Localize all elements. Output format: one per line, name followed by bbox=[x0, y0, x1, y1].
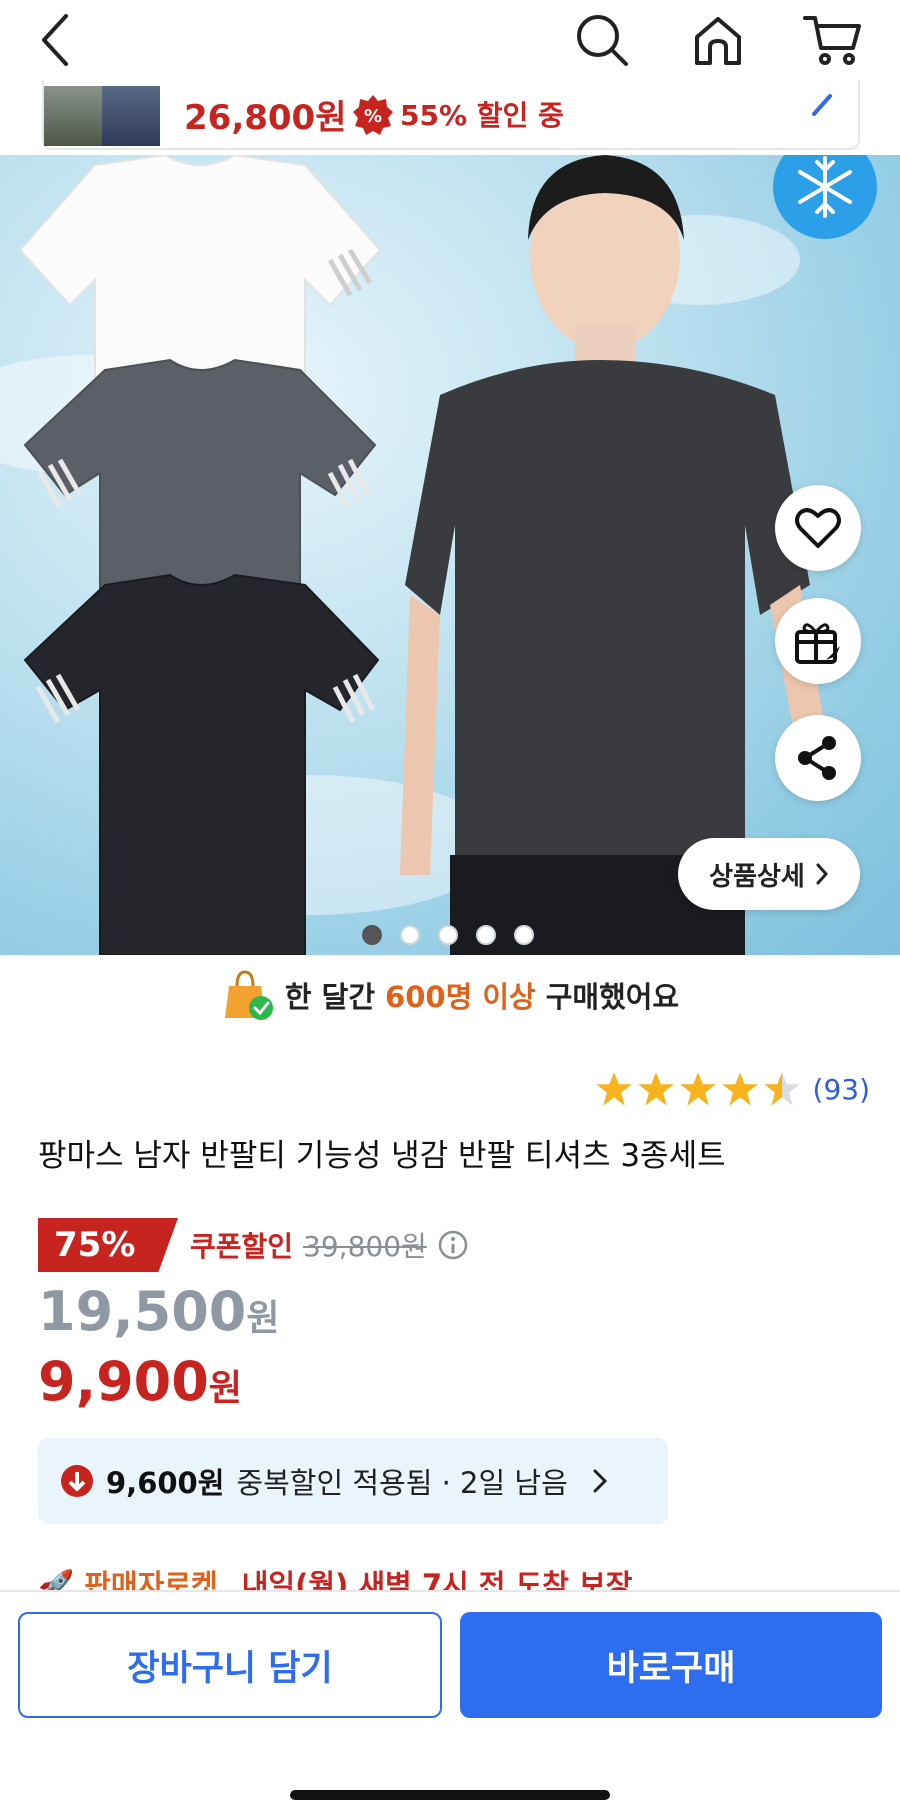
bottom-action-bar: 장바구니 담기 바로구매 bbox=[0, 1590, 900, 1817]
star-icon bbox=[721, 1072, 758, 1106]
star-icon bbox=[637, 1072, 674, 1106]
home-icon bbox=[695, 17, 741, 65]
carousel-dot[interactable] bbox=[362, 925, 382, 945]
heart-icon bbox=[795, 508, 841, 548]
home-indicator bbox=[290, 1790, 610, 1800]
duplicate-discount-box[interactable]: 9,600원 중복할인 적용됨 · 2일 남음 bbox=[38, 1438, 668, 1524]
product-rating[interactable]: (93) bbox=[595, 1070, 870, 1108]
product-detail-button[interactable]: 상품상세 bbox=[678, 838, 860, 910]
review-count[interactable]: (93) bbox=[813, 1073, 870, 1106]
duplicate-discount-text: 중복할인 적용됨 · 2일 남음 bbox=[236, 1466, 568, 1500]
carousel-dot[interactable] bbox=[438, 925, 458, 945]
cart-icon bbox=[803, 16, 861, 65]
carousel-indicator bbox=[362, 925, 534, 945]
purchase-count-prefix: 한 달간 bbox=[284, 980, 376, 1014]
carousel-dot[interactable] bbox=[400, 925, 420, 945]
coupon-discount-label: 쿠폰할인 bbox=[190, 1230, 294, 1263]
rocket-icon: 🚀 bbox=[38, 1568, 75, 1592]
product-title: 팡마스 남자 반팔티 기능성 냉감 반팔 티셔츠 3종세트 bbox=[38, 1138, 726, 1174]
buy-now-button[interactable]: 바로구매 bbox=[460, 1612, 882, 1718]
cart-button[interactable] bbox=[800, 8, 864, 72]
duplicate-discount-amount: 9,600원 bbox=[106, 1466, 225, 1500]
share-icon bbox=[798, 736, 836, 780]
product-image-carousel[interactable]: 상품상세 bbox=[0, 155, 900, 955]
seller-rocket-label: 판매자로켓 bbox=[84, 1568, 218, 1592]
share-button[interactable] bbox=[775, 715, 861, 801]
mini-product-thumbnail bbox=[44, 86, 160, 146]
purchase-count-highlight: 600명 이상 bbox=[385, 980, 536, 1014]
carousel-dot[interactable] bbox=[514, 925, 534, 945]
shopping-bag-check-icon bbox=[224, 970, 273, 1020]
purchase-count-suffix: 구매했어요 bbox=[545, 980, 680, 1014]
sticky-product-bar[interactable]: 26,800원 % 55% 할인 중 bbox=[42, 80, 860, 150]
search-button[interactable] bbox=[570, 8, 634, 72]
product-photo bbox=[18, 155, 830, 955]
star-icon bbox=[679, 1072, 716, 1106]
percent-badge-icon: % bbox=[353, 95, 393, 135]
wishlist-button[interactable] bbox=[775, 485, 861, 571]
final-price-value: 9,900 bbox=[38, 1350, 209, 1413]
svg-text:%: % bbox=[364, 106, 382, 127]
discount-row: 75% 쿠폰할인 39,800원 bbox=[38, 1218, 469, 1272]
currency-unit: 원 bbox=[208, 1368, 242, 1409]
carousel-dot[interactable] bbox=[476, 925, 496, 945]
star-icon bbox=[763, 1072, 800, 1106]
delivery-time-text: 내일(월) 새벽 7시 전 도착 보장 bbox=[241, 1568, 633, 1592]
currency-unit: 원 bbox=[246, 1298, 280, 1339]
home-button[interactable] bbox=[686, 8, 750, 72]
chevron-left-icon bbox=[42, 14, 68, 66]
price-before-coupon: 19,500원 bbox=[38, 1280, 280, 1343]
purchase-count-banner: 한 달간 600명 이상 구매했어요 bbox=[0, 960, 900, 1030]
top-nav-bar bbox=[0, 0, 900, 80]
discount-percent-badge: 75% bbox=[38, 1218, 178, 1272]
rating-stars bbox=[595, 1070, 801, 1108]
pencil-icon[interactable] bbox=[806, 90, 836, 120]
mini-discount-text: 55% 할인 중 bbox=[400, 99, 564, 132]
gift-icon bbox=[795, 623, 840, 664]
chevron-right-icon bbox=[816, 863, 828, 885]
original-price: 39,800원 bbox=[303, 1230, 427, 1263]
product-detail-label: 상품상세 bbox=[709, 861, 805, 892]
delivery-info: 🚀 판매자로켓 내일(월) 새벽 7시 전 도착 보장 bbox=[38, 1562, 632, 1592]
info-icon[interactable] bbox=[437, 1229, 469, 1261]
star-icon bbox=[595, 1072, 632, 1106]
search-icon bbox=[577, 15, 628, 66]
add-to-cart-button[interactable]: 장바구니 담기 bbox=[18, 1612, 442, 1718]
back-button[interactable] bbox=[24, 8, 88, 72]
snowflake-icon bbox=[798, 156, 852, 218]
chevron-right-icon bbox=[593, 1469, 607, 1493]
price-before-coupon-value: 19,500 bbox=[38, 1280, 247, 1343]
mini-price: 26,800원 bbox=[184, 98, 347, 138]
final-price: 9,900원 bbox=[38, 1350, 242, 1413]
arrow-down-circle-icon bbox=[61, 1465, 93, 1497]
gift-button[interactable] bbox=[775, 598, 861, 684]
